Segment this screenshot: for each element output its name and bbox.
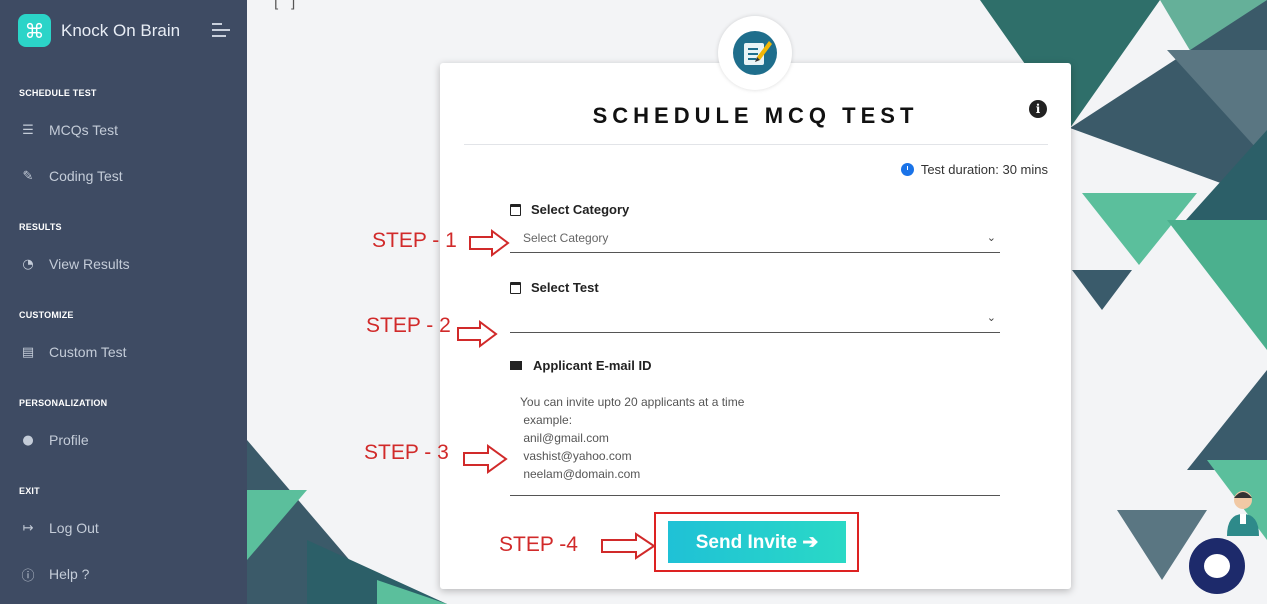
sidebar-item-label: Profile (49, 432, 89, 448)
test-select[interactable]: ⌄ (510, 303, 1000, 333)
clock-icon (900, 163, 914, 176)
sidebar-item-coding-test[interactable]: ✎ Coding Test (20, 168, 123, 184)
section-title-exit: EXIT (19, 486, 40, 496)
step-1-arrow-icon (469, 229, 510, 257)
sidebar-item-label: Custom Test (49, 344, 127, 360)
list-icon: ☰ (22, 122, 34, 138)
test-logo-icon (718, 16, 792, 90)
sidebar-item-label: Help ? (49, 566, 90, 582)
category-select[interactable]: Select Category ⌄ (510, 223, 1000, 253)
info-icon: ⓘ (21, 568, 35, 584)
sidebar-item-custom-test[interactable]: ▤ Custom Test (20, 344, 127, 360)
send-invite-highlight: Send Invite ➔ (654, 512, 859, 572)
document-icon: ▤ (21, 344, 35, 360)
email-placeholder-line: example: (520, 413, 573, 427)
test-label: Select Test (510, 280, 599, 295)
step-3-arrow-icon (463, 444, 508, 474)
sidebar-item-label: Coding Test (49, 168, 123, 184)
email-label-text: Applicant E-mail ID (533, 358, 652, 373)
category-select-value: Select Category (523, 231, 609, 245)
section-title-results: RESULTS (19, 222, 62, 232)
test-label-text: Select Test (531, 280, 599, 295)
user-icon: ● (22, 432, 34, 448)
chevron-down-icon: ⌄ (986, 311, 996, 324)
support-agent-icon[interactable] (1223, 486, 1263, 536)
step-1-label: STEP - 1 (372, 229, 457, 252)
category-label: Select Category (510, 202, 629, 217)
step-2-label: STEP - 2 (366, 314, 451, 337)
sidebar: ⌘ Knock On Brain SCHEDULE TEST ☰ MCQs Te… (0, 0, 247, 604)
email-placeholder-line: neelam@domain.com (520, 467, 641, 481)
divider (464, 144, 1048, 145)
section-title-customize: CUSTOMIZE (19, 310, 74, 320)
info-icon[interactable]: i (1029, 100, 1047, 118)
schedule-test-card: SCHEDULE MCQ TEST i Test duration: 30 mi… (440, 63, 1071, 589)
email-label: Applicant E-mail ID (510, 358, 651, 373)
calendar-icon (510, 203, 521, 216)
sidebar-item-mcqs-test[interactable]: ☰ MCQs Test (20, 122, 118, 138)
test-duration: Test duration: 30 mins (900, 162, 1048, 177)
step-2-arrow-icon (457, 320, 498, 348)
step-3-label: STEP - 3 (364, 441, 449, 464)
brand[interactable]: ⌘ Knock On Brain (18, 14, 180, 47)
email-placeholder-line: anil@gmail.com (520, 431, 609, 445)
category-label-text: Select Category (531, 202, 630, 217)
edit-icon: ✎ (22, 168, 34, 184)
sidebar-item-label: MCQs Test (49, 122, 118, 138)
step-4-label: STEP -4 (499, 533, 578, 556)
step-4-arrow-icon (601, 532, 656, 560)
send-invite-button[interactable]: Send Invite ➔ (668, 521, 846, 563)
chevron-down-icon: ⌄ (986, 231, 996, 244)
sidebar-item-label: View Results (49, 256, 130, 272)
sidebar-item-label: Log Out (49, 520, 99, 536)
sidebar-item-view-results[interactable]: ◔ View Results (20, 256, 130, 272)
test-duration-text: Test duration: 30 mins (920, 162, 1048, 177)
fullscreen-icon[interactable]: [ ] (272, 0, 297, 12)
pie-chart-icon: ◔ (22, 256, 34, 272)
calendar-icon (510, 281, 521, 294)
sidebar-item-log-out[interactable]: ↦ Log Out (20, 520, 99, 536)
chat-bubble-icon (1204, 554, 1230, 578)
menu-toggle-icon[interactable] (212, 23, 230, 37)
envelope-icon (510, 361, 522, 370)
command-icon: ⌘ (18, 14, 51, 47)
section-title-personalization: PERSONALIZATION (19, 398, 108, 408)
sidebar-item-profile[interactable]: ● Profile (20, 432, 89, 448)
page-title: SCHEDULE MCQ TEST (592, 103, 919, 128)
logout-icon: ↦ (22, 520, 34, 536)
sidebar-item-help[interactable]: ⓘ Help ? (20, 566, 90, 584)
checklist-pencil-icon (733, 31, 777, 75)
email-placeholder-line: vashist@yahoo.com (520, 449, 632, 463)
email-placeholder-line: You can invite upto 20 applicants at a t… (520, 395, 745, 409)
email-textarea[interactable]: You can invite upto 20 applicants at a t… (510, 393, 1000, 496)
brand-name: Knock On Brain (61, 20, 181, 40)
section-title-schedule-test: SCHEDULE TEST (19, 88, 97, 98)
chat-button[interactable] (1189, 538, 1245, 594)
